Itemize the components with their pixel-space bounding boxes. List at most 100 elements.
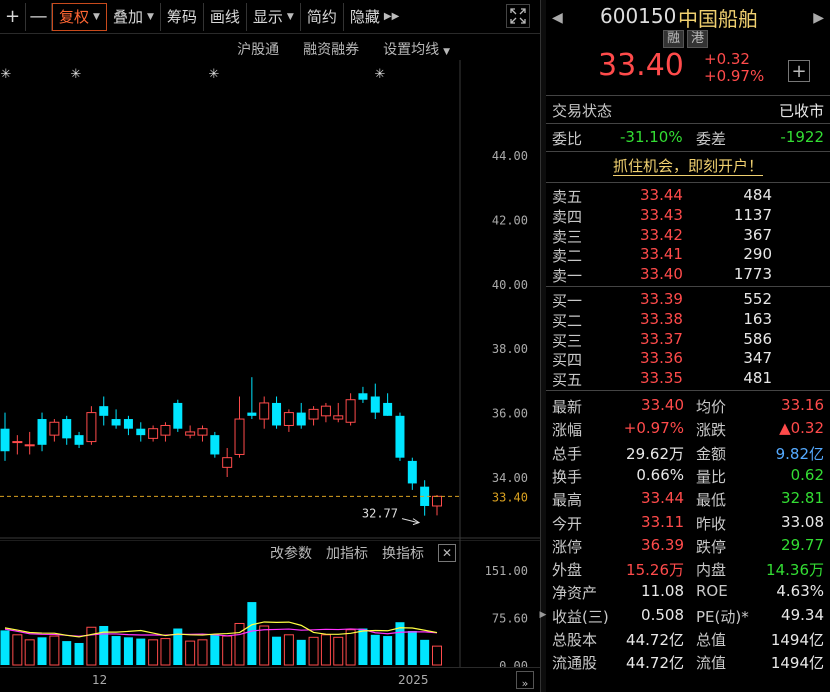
ask-row[interactable]: 卖五 33.44 484 [546, 185, 830, 206]
stat-label: 涨停 [552, 537, 583, 556]
stat-label: 均价 [696, 398, 727, 416]
caret-down-icon: ▼ [146, 11, 154, 22]
bid-row[interactable]: 买三 33.37 586 [546, 329, 830, 350]
stat-value: 0.66% [636, 465, 684, 484]
stats-row: 总股本 44.72亿 总值 1494亿 [546, 627, 830, 649]
stat-value: 11.08 [641, 582, 684, 601]
weicha-value: -1922 [780, 128, 824, 146]
candle-body [123, 419, 133, 429]
stat-label: PE(动)* [696, 607, 749, 626]
double-arrow-right-icon: ▶▶ [383, 11, 400, 22]
zoom-in-button[interactable]: + [0, 2, 26, 31]
ask-row[interactable]: 卖二 33.41 290 [546, 244, 830, 265]
order-price: 33.40 [640, 265, 683, 284]
fullscreen-button[interactable] [506, 4, 530, 28]
stat-label: 金额 [696, 444, 727, 463]
bid-row[interactable]: 买二 33.38 163 [546, 309, 830, 330]
candle-body [136, 428, 146, 436]
volume-bar [210, 634, 220, 665]
overlay-button[interactable]: 叠加 ▼ [107, 2, 161, 31]
trade-status-value: 已收市 [778, 102, 824, 120]
volume-chart[interactable]: 151.00 75.60 0.00 [0, 540, 540, 667]
draw-line-button[interactable]: 画线 [204, 2, 247, 31]
fuquan-button[interactable]: 复权 ▼ [52, 2, 107, 31]
bid-row[interactable]: 买五 33.35 481 [546, 368, 830, 389]
stat-value: ▲0.32 [779, 419, 824, 438]
order-price: 33.42 [640, 225, 683, 244]
stat-label: 最新 [552, 398, 583, 416]
chart-subbar: 沪股通 融资融券 设置均线 ▼ [0, 36, 460, 62]
margin-badge: 融 [663, 30, 685, 48]
bid-row[interactable]: 买一 33.39 552 [546, 289, 830, 310]
event-marker-icon: ✳ [209, 67, 220, 82]
stat-value: 33.08 [781, 512, 824, 531]
prev-stock-icon[interactable]: ◀ [552, 10, 563, 26]
ask-row[interactable]: 卖一 33.40 1773 [546, 264, 830, 285]
y-tick-label: 40.00 [492, 278, 528, 292]
candle-body [62, 419, 72, 439]
hide-button[interactable]: 隐藏 ▶▶ [344, 3, 405, 31]
stat-value: 49.34 [781, 605, 824, 624]
event-marker-icon: ✳ [71, 67, 82, 82]
quote-panel: ◀ ▶ 600150 中国船舶 融 港 33.40 +0.32 +0.97% +… [546, 0, 830, 692]
volume-ma5-line [4, 621, 438, 638]
volume-bar [283, 634, 294, 666]
x-label-year: 2025 [398, 673, 429, 687]
order-price: 33.41 [640, 245, 683, 264]
candle-body [333, 415, 344, 420]
display-button[interactable]: 显示 ▼ [247, 2, 301, 31]
caret-down-icon: ▼ [286, 11, 294, 22]
bid-row[interactable]: 买四 33.36 347 [546, 348, 830, 369]
candle-body [247, 412, 257, 416]
add-watchlist-button[interactable]: + [788, 60, 810, 82]
volume-bar [333, 636, 344, 666]
stat-value: 33.11 [641, 512, 684, 531]
ask-row[interactable]: 卖三 33.42 367 [546, 225, 830, 246]
candle-body [395, 415, 405, 458]
stats-row: 最高 33.44 最低 32.81 [546, 487, 830, 509]
order-volume: 347 [743, 349, 772, 368]
volume-bar [49, 635, 60, 666]
scroll-right-button[interactable]: » [516, 671, 534, 690]
order-volume: 552 [743, 290, 772, 308]
stats-row: 最新 33.40 均价 33.16 [546, 394, 830, 416]
simple-button[interactable]: 简约 [301, 2, 344, 31]
volume-bar [345, 629, 356, 666]
price-chart[interactable]: 44.00 42.00 40.00 38.00 36.00 34.00 ✳ ✳ ✳ ✳ 33.40 3… [0, 60, 540, 540]
order-volume: 290 [743, 245, 772, 264]
order-price: 33.36 [640, 349, 683, 368]
candle-body [210, 435, 220, 455]
candle-body [272, 402, 282, 426]
margin-trading-link[interactable]: 融资融券 [303, 39, 359, 59]
candle-body [49, 421, 60, 436]
chips-button[interactable]: 筹码 [161, 2, 204, 31]
candle-body [222, 457, 233, 468]
candle-body [345, 399, 356, 423]
price-change: +0.32 [704, 50, 750, 68]
candle-body [383, 402, 393, 416]
zoom-out-button[interactable]: — [26, 2, 52, 31]
order-volume: 484 [743, 186, 772, 204]
ma-settings-button[interactable]: 设置均线 ▼ [383, 39, 450, 59]
candle-body [197, 428, 208, 436]
stat-label: 最高 [552, 491, 583, 510]
volume-bar [247, 602, 257, 665]
event-marker-icon: ✳ [1, 67, 12, 82]
open-account-link[interactable]: 抓住机会，即刻开户！ [546, 152, 830, 180]
ask-row[interactable]: 卖四 33.43 1137 [546, 205, 830, 226]
stat-value: +0.97% [623, 419, 684, 438]
hugutong-link[interactable]: 沪股通 [237, 39, 279, 59]
candle-body [111, 419, 121, 426]
weibi-row: 委比 -31.10% 委差 -1922 [552, 128, 824, 148]
stat-value: 0.62 [790, 465, 824, 484]
stats-row: 涨停 36.39 跌停 29.77 [546, 534, 830, 556]
next-stock-icon[interactable]: ▶ [813, 10, 824, 26]
order-volume: 367 [743, 225, 772, 244]
candle-body [283, 412, 294, 426]
stat-value: 33.16 [781, 396, 824, 414]
stats-row: 外盘 15.26万 内盘 14.36万 [546, 557, 830, 579]
y-tick-label: 34.00 [492, 471, 528, 485]
stats-row: 收益(三) 0.508 PE(动)* 49.34 [546, 604, 830, 626]
y-tick-label: 44.00 [492, 149, 528, 163]
stat-label: 收益(三) [552, 607, 609, 626]
